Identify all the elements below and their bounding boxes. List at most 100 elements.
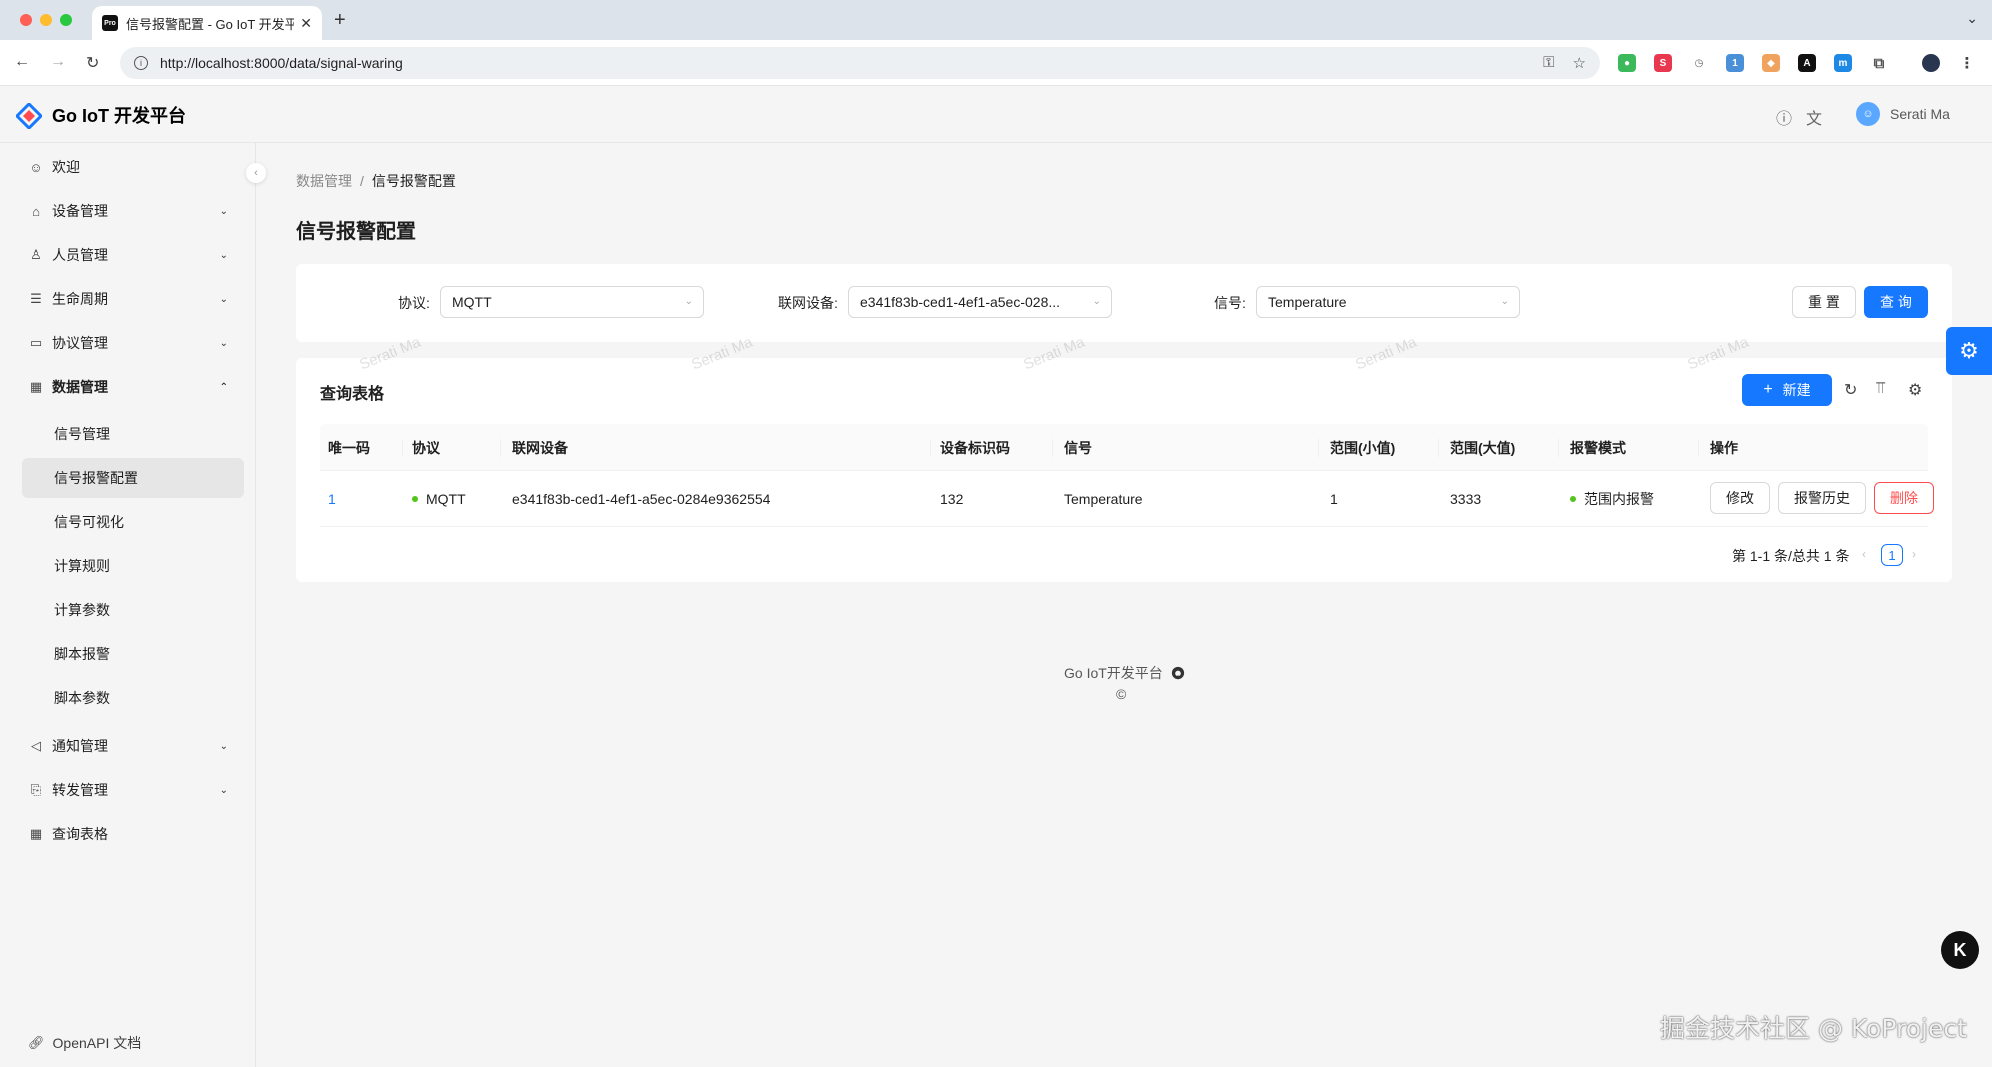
k-float-button[interactable]: K bbox=[1941, 931, 1979, 969]
device-select[interactable]: e341f83b-ced1-4ef1-a5ec-028... ⌄ bbox=[848, 286, 1112, 318]
extension-a-icon[interactable]: A bbox=[1798, 54, 1816, 72]
sidebar-subitem-script-params[interactable]: 脚本参数 bbox=[22, 678, 244, 718]
chevron-down-icon: ⌄ bbox=[219, 249, 228, 261]
sidebar-subitem-calc-params[interactable]: 计算参数 bbox=[22, 590, 244, 630]
column-header-device: 联网设备 bbox=[512, 439, 568, 456]
browser-tab[interactable]: Pro 信号报警配置 - Go IoT 开发平台 ✕ bbox=[92, 6, 322, 40]
minimize-window-button[interactable] bbox=[40, 14, 52, 26]
footer-text: Go IoT开发平台 bbox=[1064, 665, 1163, 681]
column-header-device-code: 设备标识码 bbox=[940, 439, 1010, 456]
extension-green-icon[interactable]: ● bbox=[1618, 54, 1636, 72]
table-row: 1 MQTT e341f83b-ced1-4ef1-a5ec-0284e9362… bbox=[320, 471, 1934, 527]
sidebar-item-welcome[interactable]: ☺ 欢迎 bbox=[20, 147, 242, 187]
sidebar-subitem-label: 脚本参数 bbox=[54, 690, 110, 706]
sidebar-item-label: 通知管理 bbox=[52, 738, 108, 754]
chevron-up-icon: ⌃ bbox=[219, 381, 228, 393]
sidebar-item-label: 人员管理 bbox=[52, 247, 108, 263]
forward-icon[interactable]: → bbox=[50, 53, 66, 71]
settings-drawer-button[interactable]: ⚙ bbox=[1946, 327, 1992, 375]
extension-fox-icon[interactable]: ◆ bbox=[1762, 54, 1780, 72]
browser-menu-icon[interactable]: ⋮ bbox=[1958, 54, 1976, 72]
alarm-history-button[interactable]: 报警历史 bbox=[1778, 482, 1866, 514]
profile-avatar-icon[interactable] bbox=[1922, 54, 1940, 72]
sidebar-subitem-script-alarm[interactable]: 脚本报警 bbox=[22, 634, 244, 674]
cell-device-code: 132 bbox=[940, 491, 964, 507]
list-icon: ☰ bbox=[30, 291, 42, 306]
sidebar-subitem-signal-visual[interactable]: 信号可视化 bbox=[22, 502, 244, 542]
chevron-down-icon: ⌄ bbox=[219, 740, 228, 752]
table-icon: ▦ bbox=[29, 826, 43, 841]
column-divider bbox=[1438, 439, 1439, 457]
link-icon: 🔗︎ bbox=[28, 1035, 45, 1050]
page-title: 信号报警配置 bbox=[296, 221, 416, 243]
chevron-down-icon: ⌄ bbox=[684, 296, 693, 307]
sidebar-subitem-label: 信号报警配置 bbox=[54, 470, 138, 486]
cell-signal: Temperature bbox=[1064, 491, 1143, 507]
openapi-docs-label: OpenAPI 文档 bbox=[52, 1035, 142, 1051]
sidebar-subitem-signals[interactable]: 信号管理 bbox=[22, 414, 244, 454]
signal-select[interactable]: Temperature ⌄ bbox=[1256, 286, 1520, 318]
translate-icon[interactable]: 文 bbox=[1806, 105, 1822, 129]
back-icon[interactable]: ← bbox=[14, 53, 30, 71]
extension-history-icon[interactable]: ◷ bbox=[1690, 54, 1708, 72]
breadcrumb-parent[interactable]: 数据管理 bbox=[296, 173, 352, 189]
new-tab-button[interactable]: + bbox=[334, 9, 346, 32]
close-tab-icon[interactable]: ✕ bbox=[300, 15, 312, 32]
next-page-icon[interactable]: › bbox=[1912, 547, 1916, 561]
github-icon[interactable] bbox=[1171, 666, 1185, 680]
address-bar[interactable]: i http://localhost:8000/data/signal-wari… bbox=[120, 47, 1600, 79]
sidebar-item-lifecycle[interactable]: ☰ 生命周期 ⌄ bbox=[20, 279, 242, 319]
sidebar-item-protocols[interactable]: ▭ 协议管理 ⌄ bbox=[20, 323, 242, 363]
extensions-puzzle-icon[interactable]: ⧉ bbox=[1870, 54, 1888, 72]
sidebar-item-query-table[interactable]: ▦ 查询表格 bbox=[20, 814, 242, 854]
sidebar-item-devices[interactable]: ⌂ 设备管理 ⌄ bbox=[20, 191, 242, 231]
cell-mode-text: 范围内报警 bbox=[1584, 491, 1654, 507]
reload-icon[interactable]: ↻ bbox=[86, 53, 99, 73]
maximize-window-button[interactable] bbox=[60, 14, 72, 26]
signal-label: 信号: bbox=[1214, 295, 1246, 311]
bookmark-star-icon[interactable]: ☆ bbox=[1573, 54, 1586, 72]
sidebar-item-label: 协议管理 bbox=[52, 335, 108, 351]
avatar[interactable]: ☺ bbox=[1856, 102, 1880, 126]
extension-m-icon[interactable]: m bbox=[1834, 54, 1852, 72]
sidebar-subitem-calc-rules[interactable]: 计算规则 bbox=[22, 546, 244, 586]
openapi-docs-link[interactable]: 🔗︎ OpenAPI 文档 bbox=[28, 1033, 141, 1053]
density-icon[interactable]: ⫪ bbox=[1876, 380, 1885, 398]
collapse-sidebar-button[interactable]: ‹ bbox=[246, 163, 266, 183]
reload-table-icon[interactable]: ↻ bbox=[1844, 380, 1857, 400]
edit-button[interactable]: 修改 bbox=[1710, 482, 1770, 514]
table-card: 查询表格 + 新建 ↻ ⫪ ⚙ 唯一码 协议 联网设备 设备标识码 信号 范围(… bbox=[296, 358, 1952, 582]
tab-list-chevron-icon[interactable]: ⌄ bbox=[1966, 10, 1978, 27]
sidebar-item-forward[interactable]: ⎘ 转发管理 ⌄ bbox=[20, 770, 242, 810]
column-divider bbox=[930, 439, 931, 457]
sidebar-item-data[interactable]: ▦ 数据管理 ⌃ bbox=[20, 367, 242, 407]
copyright: © bbox=[1116, 686, 1127, 702]
sidebar-item-notify[interactable]: ◁ 通知管理 ⌄ bbox=[20, 726, 242, 766]
reset-button[interactable]: 重 置 bbox=[1792, 286, 1856, 318]
delete-button[interactable]: 删除 bbox=[1874, 482, 1934, 514]
question-circle-icon[interactable]: ⓘ bbox=[1776, 105, 1792, 129]
protocol-select[interactable]: MQTT ⌄ bbox=[440, 286, 704, 318]
column-divider bbox=[1318, 439, 1319, 457]
close-window-button[interactable] bbox=[20, 14, 32, 26]
notification-icon: ◁ bbox=[31, 738, 41, 753]
table-icon: ▦ bbox=[29, 379, 43, 394]
breadcrumb: 数据管理 / 信号报警配置 bbox=[296, 171, 456, 191]
pagination-page-1[interactable]: 1 bbox=[1881, 544, 1903, 566]
prev-page-icon[interactable]: ‹ bbox=[1862, 547, 1866, 561]
cell-id-link[interactable]: 1 bbox=[328, 471, 336, 527]
column-setting-icon[interactable]: ⚙ bbox=[1908, 380, 1922, 400]
protocol-label: 协议: bbox=[398, 295, 430, 311]
brand-title[interactable]: Go IoT 开发平台 bbox=[52, 102, 186, 128]
site-info-icon[interactable]: i bbox=[134, 56, 148, 70]
extension-badge-icon[interactable]: 1 bbox=[1726, 54, 1744, 72]
sidebar-item-users[interactable]: ♙ 人员管理 ⌄ bbox=[20, 235, 242, 275]
sidebar-subitem-signal-alarm[interactable]: 信号报警配置 bbox=[22, 458, 244, 498]
chevron-down-icon: ⌄ bbox=[1500, 296, 1509, 307]
tab-favicon: Pro bbox=[102, 15, 118, 31]
new-button[interactable]: + 新建 bbox=[1742, 374, 1832, 406]
extension-s-icon[interactable]: S bbox=[1654, 54, 1672, 72]
password-key-icon[interactable]: ⚿ bbox=[1543, 54, 1554, 72]
query-button[interactable]: 查 询 bbox=[1864, 286, 1928, 318]
username[interactable]: Serati Ma bbox=[1890, 106, 1950, 122]
